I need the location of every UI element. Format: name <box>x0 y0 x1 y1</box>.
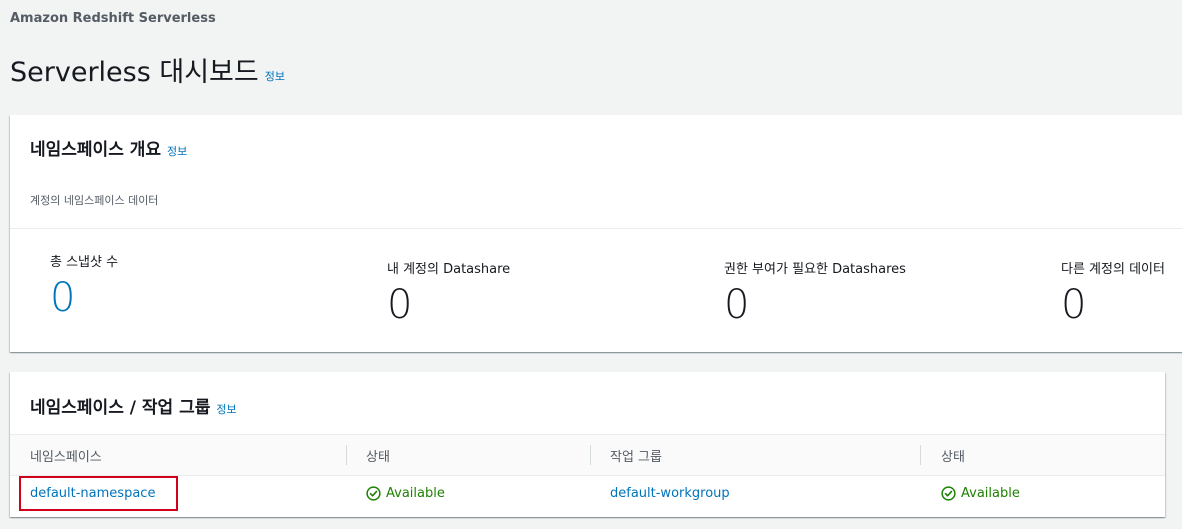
metric-label: 권한 부여가 필요한 Datashares <box>724 262 906 277</box>
page-title-text: Serverless 대시보드 <box>10 57 259 88</box>
namespace-workgroup-panel: 네임스페이스 / 작업 그룹 정보 네임스페이스 상태 작업 그룹 상태 defa… <box>10 372 1165 517</box>
metric-value: 0 <box>387 282 413 328</box>
namespace-overview-description: 계정의 네임스페이스 데이터 <box>30 194 159 207</box>
column-divider[interactable] <box>920 445 921 465</box>
divider <box>10 228 1182 229</box>
metric-label: 다른 계정의 데이터 <box>1061 262 1165 277</box>
workgroup-status: Available <box>941 486 1020 501</box>
column-header-namespace[interactable]: 네임스페이스 <box>30 446 102 465</box>
page-info-link[interactable]: 정보 <box>265 70 285 83</box>
metric-label: 총 스냅샷 수 <box>50 255 119 270</box>
table-row: default-namespace Available default-work… <box>10 475 1165 515</box>
highlight-box <box>19 476 178 511</box>
namespace-workgroup-info-link[interactable]: 정보 <box>216 403 236 416</box>
column-divider[interactable] <box>346 445 347 465</box>
breadcrumb[interactable]: Amazon Redshift Serverless <box>10 11 216 26</box>
metric-label: 내 계정의 Datashare <box>387 262 511 277</box>
table-header: 네임스페이스 상태 작업 그룹 상태 <box>10 434 1165 476</box>
namespace-workgroup-title-text: 네임스페이스 / 작업 그룹 <box>30 398 211 418</box>
metric-value[interactable]: 0 <box>50 278 118 318</box>
status-text: Available <box>961 486 1020 501</box>
metric-other-account-data: 다른 계정의 데이터 0 <box>1061 258 1165 325</box>
column-header-workgroup[interactable]: 작업 그룹 <box>610 446 662 465</box>
namespace-overview-title: 네임스페이스 개요 정보 <box>30 135 187 160</box>
check-circle-icon <box>366 486 381 501</box>
status-text: Available <box>386 486 445 501</box>
metric-total-snapshots: 총 스냅샷 수 0 <box>50 251 118 318</box>
workgroup-link[interactable]: default-workgroup <box>610 486 730 501</box>
check-circle-icon <box>941 486 956 501</box>
namespace-overview-panel: 네임스페이스 개요 정보 계정의 네임스페이스 데이터 총 스냅샷 수 0 내 계… <box>10 115 1182 352</box>
namespace-overview-title-text: 네임스페이스 개요 <box>30 140 162 160</box>
page-title: Serverless 대시보드 정보 <box>10 50 285 89</box>
column-divider[interactable] <box>590 445 591 465</box>
column-header-workgroup-status[interactable]: 상태 <box>941 446 965 465</box>
namespace-status: Available <box>366 486 445 501</box>
metric-my-datashares: 내 계정의 Datashare 0 <box>387 258 510 325</box>
metric-datashares-requiring-authorization: 권한 부여가 필요한 Datashares 0 <box>724 258 906 325</box>
namespace-workgroup-title: 네임스페이스 / 작업 그룹 정보 <box>30 393 237 418</box>
column-header-namespace-status[interactable]: 상태 <box>366 446 390 465</box>
metric-value: 0 <box>1061 282 1087 328</box>
metric-value: 0 <box>724 282 750 328</box>
namespace-overview-info-link[interactable]: 정보 <box>167 145 187 158</box>
